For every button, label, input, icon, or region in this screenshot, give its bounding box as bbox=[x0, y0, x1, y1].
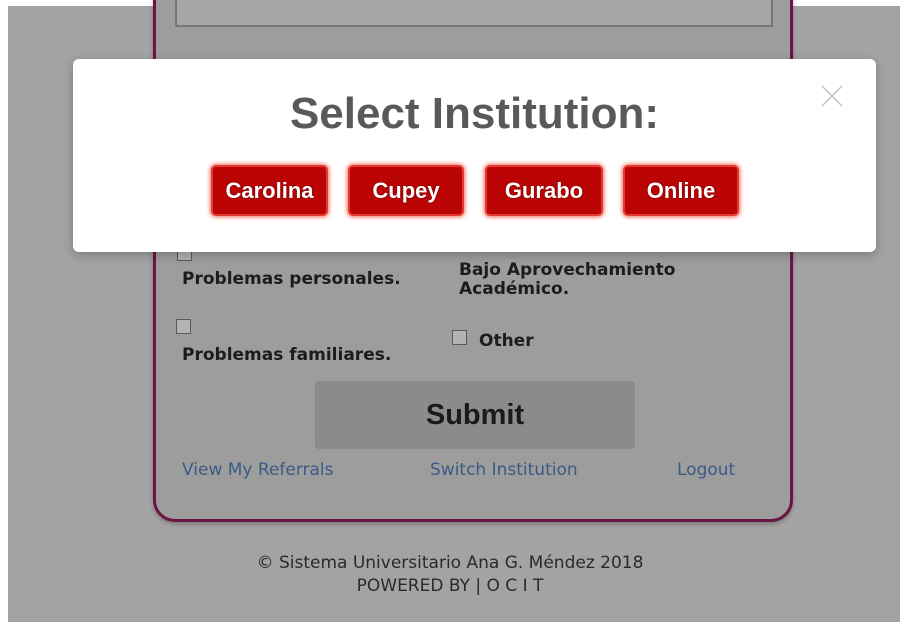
view-my-referrals-link[interactable]: View My Referrals bbox=[182, 460, 334, 480]
checkbox-other[interactable] bbox=[452, 330, 467, 345]
institution-button-online[interactable]: Online bbox=[625, 167, 737, 214]
checkbox-problemas-familiares[interactable] bbox=[176, 319, 191, 334]
option-label-problemas-personales: Problemas personales. bbox=[182, 269, 401, 289]
logout-link[interactable]: Logout bbox=[677, 460, 735, 480]
comments-textarea[interactable] bbox=[175, 0, 773, 27]
modal-title: Select Institution: bbox=[289, 89, 660, 138]
institution-button-cupey[interactable]: Cupey bbox=[350, 167, 462, 214]
option-label-bajo-aprovechamiento: Bajo Aprovechamiento Académico. bbox=[459, 260, 676, 299]
select-institution-modal: Select Institution: Carolina Cupey Gurab… bbox=[73, 59, 876, 252]
option-label-problemas-familiares: Problemas familiares. bbox=[182, 345, 392, 365]
left-strip bbox=[0, 0, 8, 622]
institution-button-gurabo[interactable]: Gurabo bbox=[487, 167, 601, 214]
submit-button[interactable]: Submit bbox=[315, 381, 635, 449]
close-icon[interactable] bbox=[819, 83, 845, 109]
footer-copyright: © Sistema Universitario Ana G. Méndez 20… bbox=[256, 553, 644, 573]
footer-powered-by: POWERED BY | O C I T bbox=[356, 576, 544, 596]
switch-institution-link[interactable]: Switch Institution bbox=[430, 460, 578, 480]
institution-button-carolina[interactable]: Carolina bbox=[213, 167, 326, 214]
option-label-other: Other bbox=[479, 331, 534, 351]
